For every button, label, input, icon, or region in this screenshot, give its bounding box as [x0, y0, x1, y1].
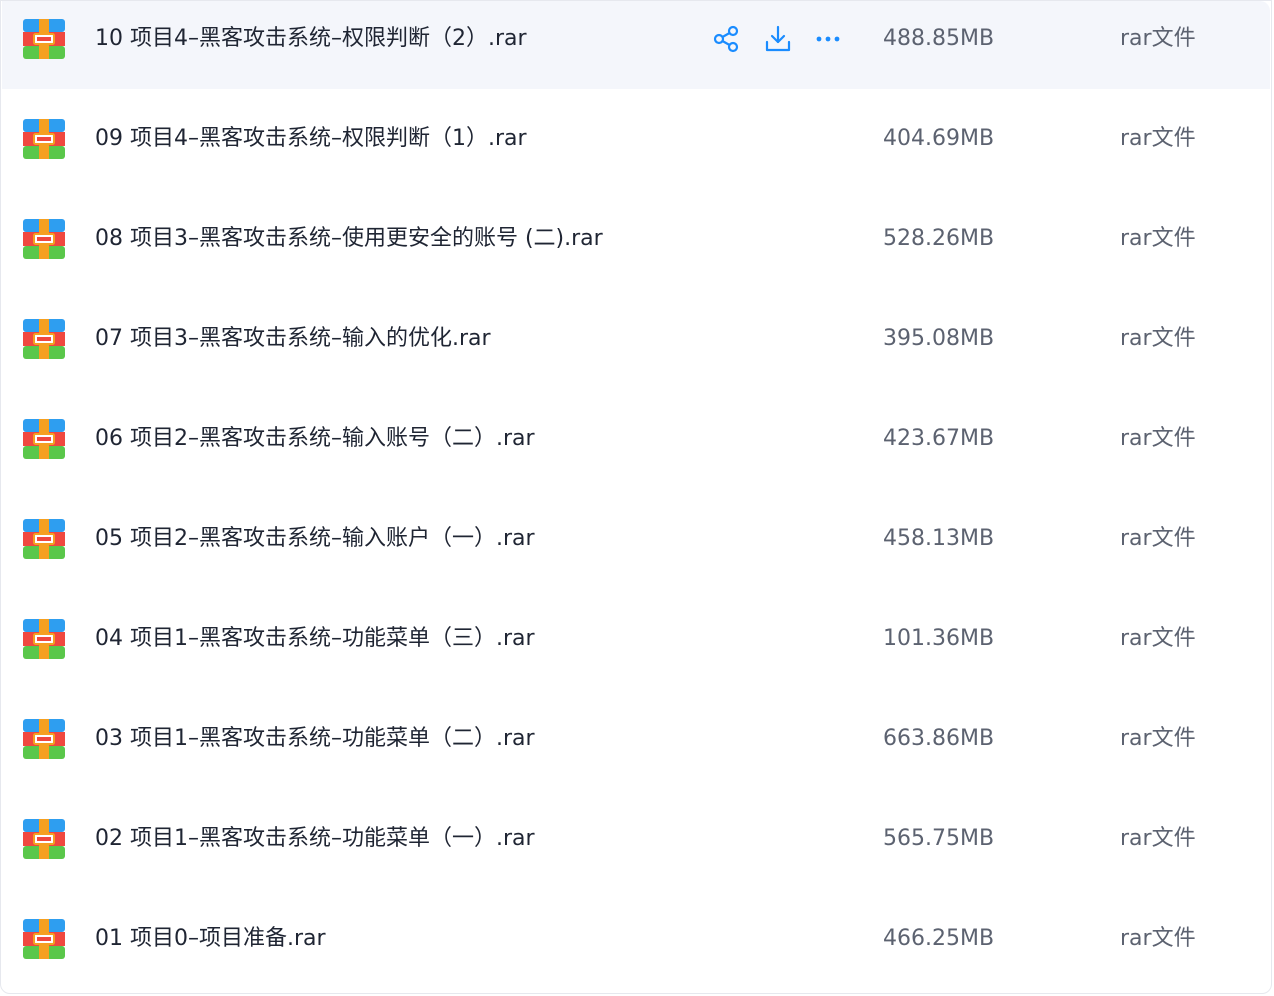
rar-archive-icon — [22, 917, 66, 961]
file-size: 423.67MB — [883, 426, 995, 451]
rar-archive-icon — [22, 617, 66, 661]
share-icon — [710, 25, 742, 59]
file-size: 404.69MB — [883, 126, 995, 151]
file-name[interactable]: 07 项目3–黑客攻击系统–输入的优化.rar — [95, 301, 491, 377]
file-row[interactable]: 10 项目4–黑客攻击系统–权限判断（2）.rar 488.85MB rar文件 — [2, 1, 1270, 89]
rar-archive-icon — [22, 517, 66, 561]
file-name[interactable]: 03 项目1–黑客攻击系统–功能菜单（二）.rar — [95, 701, 535, 777]
file-type: rar文件 — [1120, 326, 1196, 351]
more-icon — [812, 36, 844, 59]
share-button[interactable] — [710, 23, 742, 55]
file-type: rar文件 — [1120, 826, 1196, 851]
file-name[interactable]: 09 项目4–黑客攻击系统–权限判断（1）.rar — [95, 101, 527, 177]
file-list: 10 项目4–黑客攻击系统–权限判断（2）.rar 488.85MB rar文件 … — [0, 0, 1272, 994]
file-row[interactable]: 07 项目3–黑客攻击系统–输入的优化.rar 395.08MB rar文件 — [2, 301, 1270, 389]
file-name[interactable]: 08 项目3–黑客攻击系统–使用更安全的账号 (二).rar — [95, 201, 603, 277]
file-row[interactable]: 09 项目4–黑客攻击系统–权限判断（1）.rar 404.69MB rar文件 — [2, 101, 1270, 189]
more-button[interactable] — [812, 23, 844, 55]
file-row[interactable]: 04 项目1–黑客攻击系统–功能菜单（三）.rar 101.36MB rar文件 — [2, 601, 1270, 689]
file-row[interactable]: 05 项目2–黑客攻击系统–输入账户（一）.rar 458.13MB rar文件 — [2, 501, 1270, 589]
file-size: 466.25MB — [883, 926, 995, 951]
file-type: rar文件 — [1120, 926, 1196, 951]
file-type: rar文件 — [1120, 626, 1196, 651]
rar-archive-icon — [22, 717, 66, 761]
file-type: rar文件 — [1120, 126, 1196, 151]
file-size: 458.13MB — [883, 526, 995, 551]
file-name[interactable]: 10 项目4–黑客攻击系统–权限判断（2）.rar — [95, 1, 527, 77]
download-button[interactable] — [762, 23, 794, 55]
file-name[interactable]: 06 项目2–黑客攻击系统–输入账号（二）.rar — [95, 401, 535, 477]
row-actions — [710, 23, 850, 55]
file-row[interactable]: 01 项目0–项目准备.rar 466.25MB rar文件 — [2, 901, 1270, 989]
file-name[interactable]: 05 项目2–黑客攻击系统–输入账户（一）.rar — [95, 501, 535, 577]
file-row[interactable]: 03 项目1–黑客攻击系统–功能菜单（二）.rar 663.86MB rar文件 — [2, 701, 1270, 789]
file-size: 488.85MB — [883, 26, 995, 51]
file-type: rar文件 — [1120, 726, 1196, 751]
rar-archive-icon — [22, 17, 66, 61]
file-row[interactable]: 02 项目1–黑客攻击系统–功能菜单（一）.rar 565.75MB rar文件 — [2, 801, 1270, 889]
rar-archive-icon — [22, 817, 66, 861]
file-name[interactable]: 01 项目0–项目准备.rar — [95, 901, 326, 977]
file-name[interactable]: 02 项目1–黑客攻击系统–功能菜单（一）.rar — [95, 801, 535, 877]
file-type: rar文件 — [1120, 226, 1196, 251]
rar-archive-icon — [22, 417, 66, 461]
file-size: 395.08MB — [883, 326, 995, 351]
download-icon — [762, 25, 794, 59]
file-size: 565.75MB — [883, 826, 995, 851]
file-name[interactable]: 04 项目1–黑客攻击系统–功能菜单（三）.rar — [95, 601, 535, 677]
file-size: 101.36MB — [883, 626, 995, 651]
file-type: rar文件 — [1120, 26, 1196, 51]
file-type: rar文件 — [1120, 426, 1196, 451]
rar-archive-icon — [22, 317, 66, 361]
file-size: 528.26MB — [883, 226, 995, 251]
rar-archive-icon — [22, 117, 66, 161]
file-size: 663.86MB — [883, 726, 995, 751]
file-row[interactable]: 08 项目3–黑客攻击系统–使用更安全的账号 (二).rar 528.26MB ra… — [2, 201, 1270, 289]
file-type: rar文件 — [1120, 526, 1196, 551]
rar-archive-icon — [22, 217, 66, 261]
file-row[interactable]: 06 项目2–黑客攻击系统–输入账号（二）.rar 423.67MB rar文件 — [2, 401, 1270, 489]
